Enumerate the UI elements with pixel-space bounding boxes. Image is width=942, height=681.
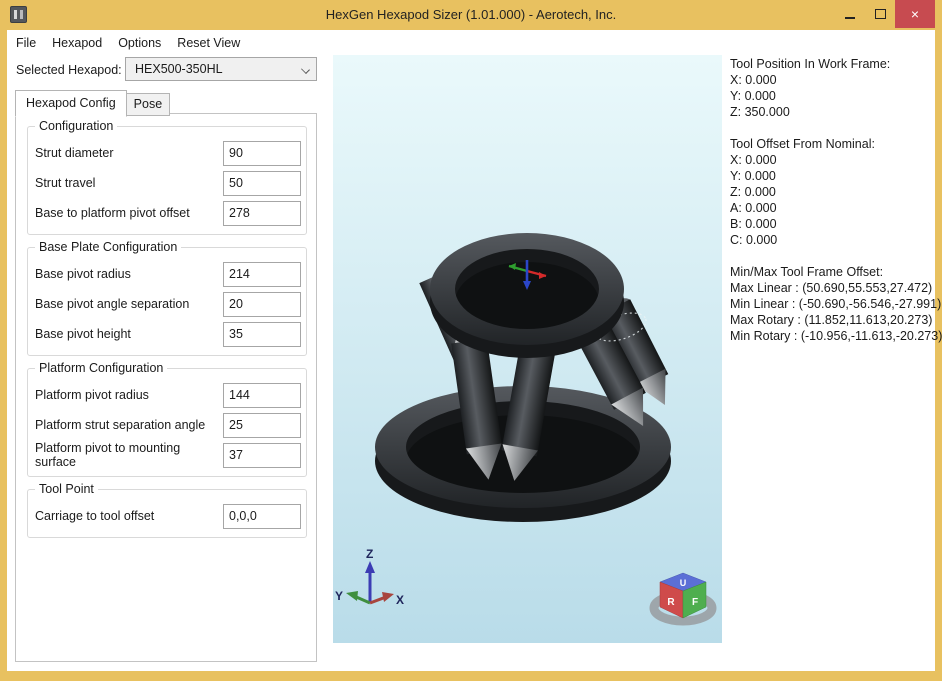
info-line: Min Rotary : (-10.956,-11.613,-20.273) bbox=[730, 328, 933, 344]
info-panel: Tool Position In Work Frame: X: 0.000 Y:… bbox=[730, 56, 933, 360]
group-title: Configuration bbox=[35, 119, 117, 133]
hexapod-model bbox=[375, 233, 680, 522]
base-pivot-radius-label: Base pivot radius bbox=[35, 267, 223, 281]
platform-pivot-to-mounting-surface-input[interactable] bbox=[223, 443, 301, 468]
close-icon: × bbox=[911, 6, 919, 22]
info-line: Max Rotary : (11.852,11.613,20.273) bbox=[730, 312, 933, 328]
base-pivot-angle-separation-label: Base pivot angle separation bbox=[35, 297, 223, 311]
menu-file[interactable]: File bbox=[8, 31, 44, 55]
close-button[interactable]: × bbox=[895, 0, 935, 28]
info-line: C: 0.000 bbox=[730, 232, 933, 248]
info-line: Z: 0.000 bbox=[730, 184, 933, 200]
info-line: X: 0.000 bbox=[730, 152, 933, 168]
base-pivot-radius-input[interactable] bbox=[223, 262, 301, 287]
tab-pose[interactable]: Pose bbox=[126, 93, 171, 116]
minimize-button[interactable] bbox=[835, 0, 865, 28]
carriage-to-tool-offset-input[interactable] bbox=[223, 504, 301, 529]
chevron-down-icon bbox=[302, 66, 309, 73]
group-title: Platform Configuration bbox=[35, 361, 167, 375]
platform-pivot-radius-input[interactable] bbox=[223, 383, 301, 408]
orientation-cube-icon: U R F bbox=[654, 573, 712, 621]
base-to-platform-pivot-offset-label: Base to platform pivot offset bbox=[35, 206, 223, 220]
platform-pivot-to-mounting-surface-label: Platform pivot to mounting surface bbox=[35, 441, 223, 469]
info-line: Min Linear : (-50.690,-56.546,-27.991) bbox=[730, 296, 933, 312]
base-pivot-angle-separation-input[interactable] bbox=[223, 292, 301, 317]
strut-diameter-label: Strut diameter bbox=[35, 146, 223, 160]
maximize-icon bbox=[875, 9, 886, 19]
field-row: Strut travel bbox=[35, 170, 301, 196]
carriage-to-tool-offset-label: Carriage to tool offset bbox=[35, 509, 223, 523]
platform-pivot-radius-label: Platform pivot radius bbox=[35, 388, 223, 402]
field-row: Strut diameter bbox=[35, 140, 301, 166]
platform-strut-separation-angle-input[interactable] bbox=[223, 413, 301, 438]
config-panel: Selected Hexapod: HEX500-350HL Hexapod C… bbox=[7, 56, 333, 671]
section-title: Tool Offset From Nominal: bbox=[730, 136, 933, 152]
menu-hexapod[interactable]: Hexapod bbox=[44, 31, 110, 55]
hexgen-window: { "window": { "title": "HexGen Hexapod S… bbox=[0, 0, 942, 681]
field-row: Base pivot height bbox=[35, 321, 301, 347]
group-title: Base Plate Configuration bbox=[35, 240, 181, 254]
menu-options[interactable]: Options bbox=[110, 31, 169, 55]
client-area: File Hexapod Options Reset View Selected… bbox=[7, 30, 935, 671]
field-row: Base to platform pivot offset bbox=[35, 200, 301, 226]
titlebar[interactable]: HexGen Hexapod Sizer (1.01.000) - Aerote… bbox=[0, 0, 942, 30]
group-configuration: Configuration Strut diameter Strut trave… bbox=[27, 126, 307, 235]
platform-strut-separation-angle-label: Platform strut separation angle bbox=[35, 418, 223, 432]
info-line: Y: 0.000 bbox=[730, 88, 933, 104]
hexapod-select[interactable]: HEX500-350HL bbox=[125, 57, 317, 81]
section-title: Tool Position In Work Frame: bbox=[730, 56, 933, 72]
window-controls: × bbox=[835, 0, 935, 30]
tab-hexapod-config[interactable]: Hexapod Config bbox=[15, 90, 127, 117]
base-pivot-height-label: Base pivot height bbox=[35, 327, 223, 341]
info-line: X: 0.000 bbox=[730, 72, 933, 88]
group-base-plate-configuration: Base Plate Configuration Base pivot radi… bbox=[27, 247, 307, 356]
group-platform-configuration: Platform Configuration Platform pivot ra… bbox=[27, 368, 307, 477]
hexapod-select-value: HEX500-350HL bbox=[135, 62, 223, 76]
minmax-offset-section: Min/Max Tool Frame Offset: Max Linear : … bbox=[730, 264, 933, 344]
minimize-icon bbox=[845, 17, 855, 19]
strut-travel-input[interactable] bbox=[223, 171, 301, 196]
section-title: Min/Max Tool Frame Offset: bbox=[730, 264, 933, 280]
selected-hexapod-label: Selected Hexapod: bbox=[16, 63, 122, 77]
corner-axes-icon: Z Y X bbox=[335, 547, 404, 607]
info-line: Z: 350.000 bbox=[730, 104, 933, 120]
hexapod-3d-canvas: Z Y X U R F bbox=[333, 55, 722, 643]
field-row: Base pivot radius bbox=[35, 261, 301, 287]
strut-diameter-input[interactable] bbox=[223, 141, 301, 166]
tool-offset-section: Tool Offset From Nominal: X: 0.000 Y: 0.… bbox=[730, 136, 933, 248]
svg-text:X: X bbox=[396, 593, 404, 607]
svg-text:R: R bbox=[667, 597, 675, 608]
menu-bar: File Hexapod Options Reset View bbox=[7, 30, 935, 56]
group-tool-point: Tool Point Carriage to tool offset bbox=[27, 489, 307, 538]
tab-strip: Hexapod Config Pose bbox=[15, 90, 169, 116]
tool-position-section: Tool Position In Work Frame: X: 0.000 Y:… bbox=[730, 56, 933, 120]
strut-travel-label: Strut travel bbox=[35, 176, 223, 190]
svg-text:Z: Z bbox=[366, 547, 373, 561]
field-row: Carriage to tool offset bbox=[35, 503, 301, 529]
info-line: A: 0.000 bbox=[730, 200, 933, 216]
window-title: HexGen Hexapod Sizer (1.01.000) - Aerote… bbox=[0, 0, 942, 30]
base-to-platform-pivot-offset-input[interactable] bbox=[223, 201, 301, 226]
field-row: Platform pivot to mounting surface bbox=[35, 442, 301, 468]
info-line: B: 0.000 bbox=[730, 216, 933, 232]
field-row: Base pivot angle separation bbox=[35, 291, 301, 317]
maximize-button[interactable] bbox=[865, 0, 895, 28]
info-line: Y: 0.000 bbox=[730, 168, 933, 184]
hexapod-3d-view[interactable]: Z Y X U R F bbox=[333, 55, 722, 643]
hexapod-config-page: Configuration Strut diameter Strut trave… bbox=[15, 113, 317, 662]
svg-text:Y: Y bbox=[335, 589, 343, 603]
svg-text:F: F bbox=[692, 597, 698, 608]
group-title: Tool Point bbox=[35, 482, 98, 496]
field-row: Platform pivot radius bbox=[35, 382, 301, 408]
base-pivot-height-input[interactable] bbox=[223, 322, 301, 347]
menu-reset-view[interactable]: Reset View bbox=[169, 31, 248, 55]
info-line: Max Linear : (50.690,55.553,27.472) bbox=[730, 280, 933, 296]
field-row: Platform strut separation angle bbox=[35, 412, 301, 438]
svg-text:U: U bbox=[680, 578, 687, 588]
